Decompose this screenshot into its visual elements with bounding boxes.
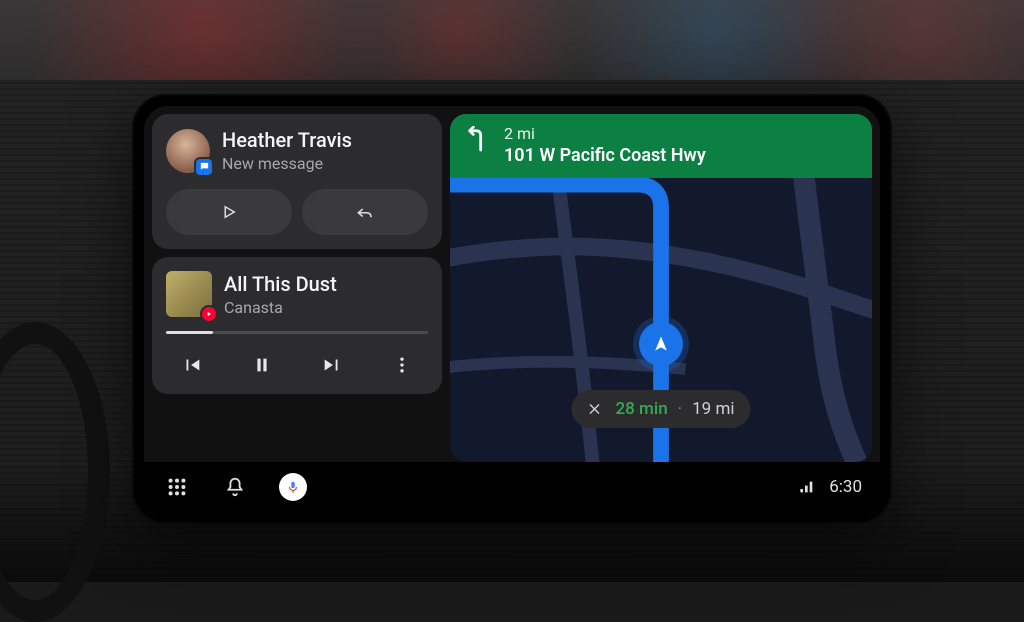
- map-card[interactable]: 2 mi 101 W Pacific Coast Hwy 28: [450, 114, 872, 462]
- bottom-bar-right: 6:30: [799, 477, 862, 497]
- left-column: Heather Travis New message: [152, 114, 442, 462]
- media-card[interactable]: All This Dust Canasta: [152, 257, 442, 394]
- skip-next-button[interactable]: [310, 348, 354, 382]
- apps-grid-icon: [166, 476, 188, 498]
- eta-separator: ·: [678, 399, 682, 419]
- track-progress[interactable]: [166, 331, 428, 334]
- track-title: All This Dust: [224, 272, 337, 296]
- media-controls: [166, 348, 428, 382]
- navigation-text: 2 mi 101 W Pacific Coast Hwy: [504, 124, 706, 166]
- eta-distance: 19 mi: [692, 399, 734, 419]
- app-launcher-button[interactable]: [162, 472, 192, 502]
- media-text: All This Dust Canasta: [224, 272, 337, 317]
- reply-button[interactable]: [302, 189, 428, 235]
- messages-icon: [199, 161, 210, 172]
- eta-time: 28 min: [616, 399, 668, 419]
- play-icon: [220, 203, 238, 221]
- navigation-distance: 2 mi: [504, 124, 706, 143]
- more-vert-icon: [392, 355, 412, 375]
- assistant-mic-ring: [279, 473, 307, 501]
- notifications-button[interactable]: [220, 472, 250, 502]
- notification-actions: [166, 189, 428, 235]
- pause-icon: [251, 354, 273, 376]
- media-overflow-button[interactable]: [380, 348, 424, 382]
- track-progress-fill: [166, 331, 213, 334]
- close-icon: [588, 402, 602, 416]
- notification-text: Heather Travis New message: [222, 128, 352, 173]
- assistant-button[interactable]: [278, 472, 308, 502]
- notification-card[interactable]: Heather Travis New message: [152, 114, 442, 249]
- navigation-banner[interactable]: 2 mi 101 W Pacific Coast Hwy: [450, 114, 872, 178]
- media-app-badge: [200, 305, 218, 323]
- notification-sender: Heather Travis: [222, 128, 352, 152]
- notification-subtitle: New message: [222, 154, 352, 173]
- media-header: All This Dust Canasta: [166, 271, 428, 317]
- content-area: Heather Travis New message: [144, 106, 880, 462]
- bell-icon: [224, 476, 246, 498]
- android-auto-screen: Heather Travis New message: [144, 106, 880, 512]
- bottom-bar-left: [162, 472, 308, 502]
- track-artist: Canasta: [224, 298, 337, 317]
- skip-previous-button[interactable]: [170, 348, 214, 382]
- close-navigation-button[interactable]: [584, 398, 606, 420]
- navigation-destination: 101 W Pacific Coast Hwy: [504, 145, 706, 166]
- current-location-marker: [639, 322, 683, 366]
- maneuver-icon-box: [464, 124, 490, 166]
- messages-app-badge: [194, 157, 214, 177]
- cellular-signal-icon: [799, 480, 815, 494]
- pause-button[interactable]: [240, 348, 284, 382]
- head-unit-bezel: Heather Travis New message: [132, 94, 892, 524]
- mic-icon: [286, 480, 300, 494]
- avatar: [166, 129, 210, 173]
- skip-next-icon: [321, 354, 343, 376]
- album-art: [166, 271, 212, 317]
- skip-previous-icon: [181, 354, 203, 376]
- youtube-music-icon: [205, 310, 213, 318]
- turn-left-icon: [466, 126, 488, 152]
- reply-icon: [354, 203, 376, 221]
- clock: 6:30: [829, 477, 862, 497]
- play-message-button[interactable]: [166, 189, 292, 235]
- eta-pill[interactable]: 28 min · 19 mi: [572, 390, 751, 428]
- bottom-bar: 6:30: [144, 462, 880, 512]
- notification-header: Heather Travis New message: [166, 128, 428, 173]
- navigation-arrow-icon: [651, 334, 671, 354]
